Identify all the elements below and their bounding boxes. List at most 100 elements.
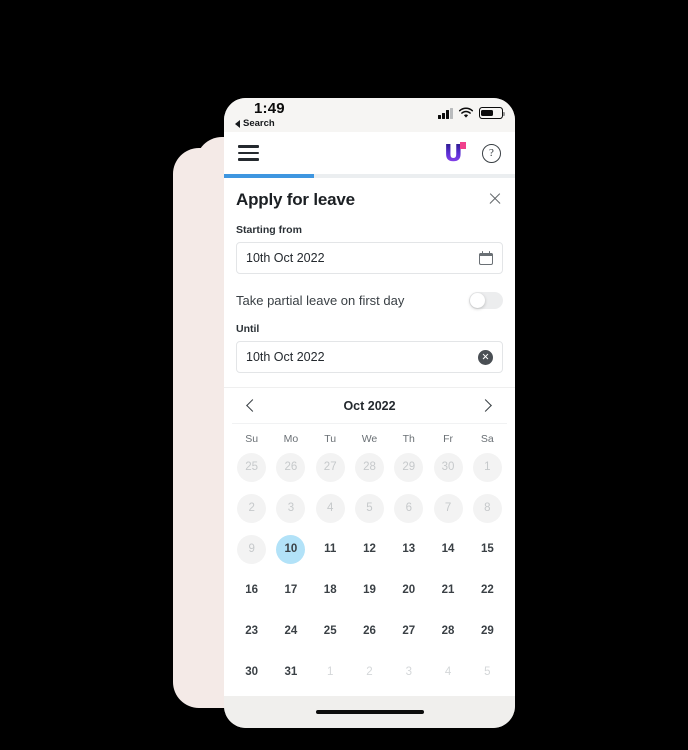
calendar-day-cell[interactable]: 18 xyxy=(311,570,350,610)
calendar-day-label: 14 xyxy=(441,543,455,555)
calendar-day-cell: 7 xyxy=(428,488,467,528)
logo-dot-icon xyxy=(459,142,466,149)
calendar-day-cell[interactable]: 2 xyxy=(350,652,389,692)
calendar-day-label: 25 xyxy=(323,625,337,637)
calendar-icon[interactable] xyxy=(479,251,493,265)
starting-from-label: Starting from xyxy=(236,224,302,236)
header-actions: U ? xyxy=(444,141,501,166)
calendar-day-cell: 3 xyxy=(271,488,310,528)
partial-leave-label: Take partial leave on first day xyxy=(236,293,405,308)
calendar-day-cell[interactable]: 19 xyxy=(350,570,389,610)
calendar-day-cell: 28 xyxy=(350,447,389,487)
hamburger-menu-icon[interactable] xyxy=(238,145,259,161)
calendar-day-cell: 25 xyxy=(232,447,271,487)
battery-icon xyxy=(479,107,505,119)
calendar-day-cell[interactable]: 31 xyxy=(271,652,310,692)
app-header: U ? xyxy=(224,132,515,174)
calendar-day-cell: 8 xyxy=(468,488,507,528)
calendar-day-grid: 25 26 27 28 29 30 1 2 3 4 5 6 7 8 9 10 11 12 13 14 15 16 17 18 1… xyxy=(232,447,507,692)
calendar-day-cell[interactable]: 23 xyxy=(232,611,271,651)
calendar-day-cell[interactable]: 20 xyxy=(389,570,428,610)
panel-header: Apply for leave xyxy=(236,190,503,210)
status-bar-indicators xyxy=(438,107,505,119)
calendar-day-cell: 29 xyxy=(389,447,428,487)
calendar-day-label: 2 xyxy=(237,493,267,523)
calendar-day-label: 21 xyxy=(441,584,455,596)
calendar-day-label: 13 xyxy=(402,543,416,555)
starting-from-input[interactable]: 10th Oct 2022 xyxy=(236,242,503,274)
calendar-day-label: 5 xyxy=(354,493,384,523)
status-bar-back-to-search[interactable]: Search xyxy=(235,118,275,129)
calendar-day-label: 5 xyxy=(484,666,491,678)
calendar-weekday-th: Th xyxy=(402,433,415,445)
chevron-left-icon[interactable] xyxy=(242,396,262,416)
calendar-day-cell: 6 xyxy=(389,488,428,528)
calendar-day-label: 7 xyxy=(433,493,463,523)
calendar-day-cell[interactable]: 28 xyxy=(428,611,467,651)
calendar-day-label: 30 xyxy=(245,666,259,678)
calendar-day-label: 1 xyxy=(327,666,334,678)
calendar-day-cell[interactable]: 12 xyxy=(350,529,389,569)
calendar-day-cell[interactable]: 4 xyxy=(428,652,467,692)
until-trailing: ✕ xyxy=(478,349,493,365)
partial-leave-toggle[interactable] xyxy=(469,292,503,309)
calendar-weekday-header: Su Mo Tu We Th Fr Sa xyxy=(232,424,507,447)
calendar-day-cell[interactable]: 21 xyxy=(428,570,467,610)
calendar-day-label: 2 xyxy=(366,666,373,678)
calendar-day-label: 27 xyxy=(315,452,345,482)
calendar-day-cell[interactable]: 5 xyxy=(468,652,507,692)
calendar-day-cell[interactable]: 1 xyxy=(311,652,350,692)
until-label: Until xyxy=(236,323,260,335)
calendar-weekday-mo: Mo xyxy=(283,433,299,445)
home-indicator-area xyxy=(224,696,515,728)
clear-icon[interactable]: ✕ xyxy=(478,349,493,365)
calendar-day-cell[interactable]: 14 xyxy=(428,529,467,569)
calendar-day-cell[interactable]: 24 xyxy=(271,611,310,651)
status-bar-time: 1:49 xyxy=(254,100,285,117)
calendar-day-label: 27 xyxy=(402,625,416,637)
calendar-day-label: 8 xyxy=(472,493,502,523)
calendar-month-label: Oct 2022 xyxy=(343,398,396,413)
until-value: 10th Oct 2022 xyxy=(246,350,325,364)
calendar-day-cell: 2 xyxy=(232,488,271,528)
help-icon[interactable]: ? xyxy=(482,143,501,163)
until-input[interactable]: 10th Oct 2022 ✕ xyxy=(236,341,503,373)
calendar-day-cell[interactable]: 15 xyxy=(468,529,507,569)
calendar-day-label: 9 xyxy=(237,534,267,564)
calendar-day-cell[interactable]: 13 xyxy=(389,529,428,569)
apply-for-leave-panel: Apply for leave Starting from 10th Oct 2… xyxy=(224,178,515,388)
calendar-day-cell[interactable]: 22 xyxy=(468,570,507,610)
calendar-day-label: 23 xyxy=(245,625,259,637)
calendar-day-cell[interactable]: 29 xyxy=(468,611,507,651)
calendar-day-cell[interactable]: 10 xyxy=(271,529,310,569)
calendar-day-label: 28 xyxy=(354,452,384,482)
calendar-day-label: 24 xyxy=(284,625,298,637)
calendar-day-cell[interactable]: 16 xyxy=(232,570,271,610)
calendar-day-cell[interactable]: 11 xyxy=(311,529,350,569)
calendar-day-label: 4 xyxy=(315,493,345,523)
calendar-day-cell[interactable]: 30 xyxy=(232,652,271,692)
calendar-day-cell[interactable]: 17 xyxy=(271,570,310,610)
calendar-day-label: 17 xyxy=(284,584,298,596)
calendar-day-cell[interactable]: 26 xyxy=(350,611,389,651)
calendar-day-cell: 9 xyxy=(232,529,271,569)
calendar-day-label: 10 xyxy=(276,534,306,564)
calendar-day-cell[interactable]: 3 xyxy=(389,652,428,692)
brand-logo[interactable]: U xyxy=(444,141,466,166)
page-title: Apply for leave xyxy=(236,190,355,209)
chevron-right-icon[interactable] xyxy=(477,396,497,416)
calendar-day-label: 16 xyxy=(245,584,259,596)
calendar-day-label: 3 xyxy=(276,493,306,523)
calendar-day-cell[interactable]: 25 xyxy=(311,611,350,651)
calendar-day-cell: 26 xyxy=(271,447,310,487)
close-icon[interactable] xyxy=(487,190,503,206)
calendar-day-label: 11 xyxy=(324,543,337,555)
partial-leave-row: Take partial leave on first day xyxy=(236,292,503,309)
calendar-day-label: 15 xyxy=(480,543,494,555)
wifi-icon xyxy=(458,107,474,118)
calendar-day-label: 6 xyxy=(394,493,424,523)
toggle-knob xyxy=(470,293,485,308)
calendar-day-cell[interactable]: 27 xyxy=(389,611,428,651)
date-picker-calendar: Oct 2022 Su Mo Tu We Th Fr Sa 25 26 27 28 29 30 1 2 3 4… xyxy=(224,388,515,696)
calendar-day-label: 28 xyxy=(441,625,455,637)
